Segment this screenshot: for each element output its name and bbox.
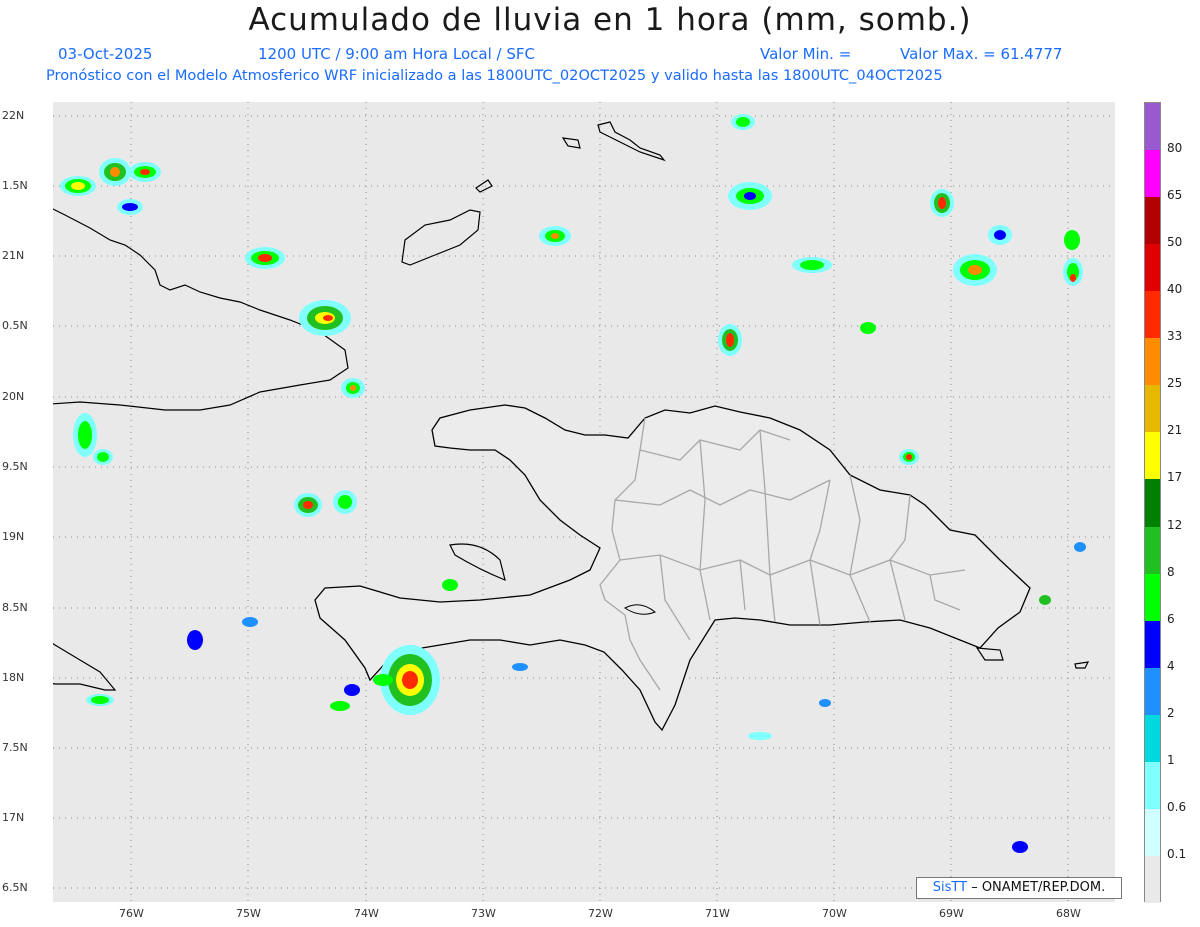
legend-color-swatch bbox=[1145, 432, 1160, 480]
rain-cell bbox=[60, 158, 161, 215]
y-tick-label: 17N bbox=[2, 811, 25, 824]
legend-label: 0.6 bbox=[1167, 799, 1187, 814]
y-tick-label: 20N bbox=[2, 390, 25, 403]
legend-label: 33 bbox=[1167, 329, 1183, 344]
legend-color-swatch bbox=[1145, 714, 1160, 763]
legend-color-swatch bbox=[1145, 244, 1160, 292]
legend-color-swatch bbox=[1145, 103, 1160, 151]
legend-label: 2 bbox=[1167, 705, 1175, 720]
legend-label: 0.1 bbox=[1167, 846, 1187, 861]
legend-label: 1 bbox=[1167, 752, 1175, 767]
legend-label: 21 bbox=[1167, 423, 1183, 438]
legend-label: 65 bbox=[1167, 188, 1183, 203]
x-tick-label: 68W bbox=[1056, 907, 1081, 920]
legend-color-swatch bbox=[1145, 808, 1160, 857]
color-scale-bar bbox=[1144, 102, 1161, 904]
y-tick-label: 6.5N bbox=[2, 881, 28, 894]
rain-cell bbox=[539, 114, 832, 356]
legend-color-swatch bbox=[1145, 761, 1160, 810]
legend-color-swatch bbox=[1145, 667, 1160, 716]
y-tick-label: 19N bbox=[2, 530, 25, 543]
credit-text: – ONAMET/REP.DOM. bbox=[967, 880, 1106, 895]
x-tick-label: 73W bbox=[471, 907, 496, 920]
legend-color-swatch bbox=[1145, 338, 1160, 386]
legend-color-swatch bbox=[1145, 385, 1160, 433]
max-value-label: Valor Max. = 61.4777 bbox=[900, 45, 1063, 63]
y-tick-label: 8.5N bbox=[2, 601, 28, 614]
date-label: 03-Oct-2025 bbox=[58, 45, 153, 63]
legend-color-swatch bbox=[1145, 197, 1160, 245]
legend-color-swatch bbox=[1145, 291, 1160, 339]
rain-cell bbox=[245, 247, 365, 398]
legend-color-swatch bbox=[1145, 573, 1160, 622]
x-tick-label: 69W bbox=[939, 907, 964, 920]
forecast-description: Pronóstico con el Modelo Atmosferico WRF… bbox=[46, 67, 943, 84]
x-tick-label: 74W bbox=[354, 907, 379, 920]
legend-label: 4 bbox=[1167, 658, 1175, 673]
sistt-logo: SisTT bbox=[932, 880, 968, 895]
time-label: 1200 UTC / 9:00 am Hora Local / SFC bbox=[258, 45, 535, 63]
legend-color-swatch bbox=[1145, 620, 1160, 669]
rainfall-map bbox=[34, 102, 1115, 902]
min-value-label: Valor Min. = bbox=[760, 45, 852, 63]
y-tick-label: 0.5N bbox=[2, 319, 28, 332]
legend-color-swatch bbox=[1145, 855, 1160, 904]
legend-label: 8 bbox=[1167, 564, 1175, 579]
legend-color-swatch bbox=[1145, 479, 1160, 528]
legend-label: 6 bbox=[1167, 611, 1175, 626]
y-tick-label: 7.5N bbox=[2, 741, 28, 754]
legend-color-swatch bbox=[1145, 526, 1160, 575]
legend-label: 50 bbox=[1167, 235, 1183, 250]
x-tick-label: 76W bbox=[119, 907, 144, 920]
x-tick-label: 75W bbox=[236, 907, 261, 920]
map-panel bbox=[34, 102, 1115, 902]
rain-cell bbox=[860, 189, 1083, 465]
legend-label: 80 bbox=[1167, 141, 1183, 156]
x-tick-label: 71W bbox=[705, 907, 730, 920]
legend-label: 40 bbox=[1167, 282, 1183, 297]
map-title: Acumulado de lluvia en 1 hora (mm, somb.… bbox=[248, 2, 972, 38]
y-tick-label: 18N bbox=[2, 671, 25, 684]
legend-color-swatch bbox=[1145, 150, 1160, 198]
x-tick-label: 72W bbox=[588, 907, 613, 920]
y-tick-label: 9.5N bbox=[2, 460, 28, 473]
x-tick-label: 70W bbox=[822, 907, 847, 920]
y-tick-label: 22N bbox=[2, 109, 25, 122]
legend-label: 12 bbox=[1167, 517, 1183, 532]
y-tick-label: 21N bbox=[2, 249, 25, 262]
credit-box: SisTT – ONAMET/REP.DOM. bbox=[916, 877, 1122, 899]
legend-label: 17 bbox=[1167, 470, 1183, 485]
y-tick-label: 1.5N bbox=[2, 179, 28, 192]
legend-label: 25 bbox=[1167, 376, 1183, 391]
rain-cell bbox=[294, 490, 357, 517]
